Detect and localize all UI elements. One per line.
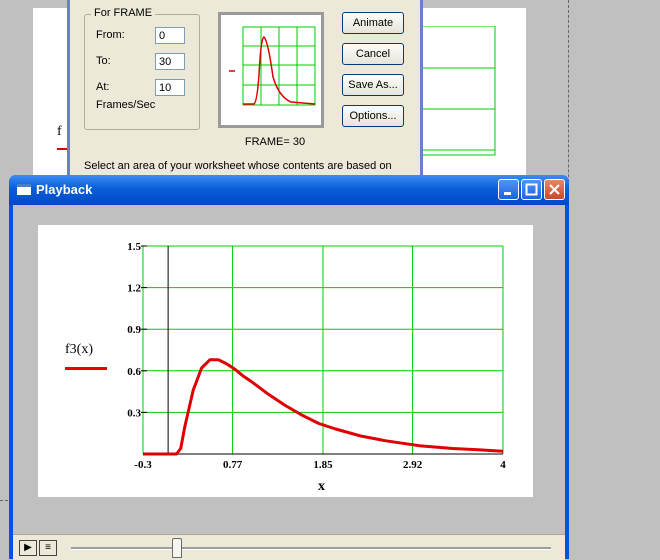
x-axis-label: x [318,479,325,494]
rate-label: Frames/Sec [96,99,156,111]
y-tick-label: 1.5 [127,241,141,253]
at-label: At: [96,81,110,93]
function-plot: 1.5 1.2 0.9 0.6 0.3 -0.3 0.77 1.85 2.92 4 [127,241,506,471]
frame-slider-thumb[interactable] [171,538,182,558]
from-label: From: [96,29,125,41]
playback-title-bar[interactable]: Playback [9,175,569,205]
cancel-button[interactable]: Cancel [342,43,404,65]
playback-controls: ▶ ≡ [13,534,565,560]
playback-window: Playback 1.5 1.2 0.9 0.6 0.3 -0.3 0.77 1.85 2.92… [9,175,569,560]
x-tick-label: -0.3 [134,459,152,471]
y-tick-label: 0.9 [127,324,141,336]
y-tick-label: 1.2 [127,283,141,295]
x-tick-label: 4 [500,459,506,471]
options-button[interactable]: Options... [342,105,404,127]
play-button[interactable]: ▶ [19,540,37,556]
window-title: Playback [36,182,93,197]
to-input[interactable]: 30 [155,53,185,70]
close-icon [549,184,560,195]
x-tick-label: 1.85 [313,459,333,471]
groupbox-title: For FRAME [91,7,156,19]
frame-slider-track[interactable] [71,547,551,550]
animate-dialog: For FRAME From: 0 To: 30 At: 10 Frames/S… [67,0,423,180]
minimize-button[interactable] [498,179,519,200]
function-label: f3(x) [65,342,93,357]
playback-client-area: 1.5 1.2 0.9 0.6 0.3 -0.3 0.77 1.85 2.92 4 f3(x) x… [13,205,565,560]
minimize-icon [504,192,511,195]
maximize-icon [525,183,538,196]
x-tick-label: 0.77 [223,459,243,471]
dialog-description: Select an area of your worksheet whose c… [84,160,392,172]
y-tick-label: 0.3 [127,407,141,419]
rate-input[interactable]: 10 [155,79,185,96]
save-as-button[interactable]: Save As... [342,74,404,96]
x-tick-label: 2.92 [403,459,423,471]
y-tick-label: 0.6 [127,366,141,378]
from-input[interactable]: 0 [155,27,185,44]
background-function-label: f [57,124,62,139]
playback-frame: 1.5 1.2 0.9 0.6 0.3 -0.3 0.77 1.85 2.92 4 f3(x) x [38,225,533,497]
frame-counter: FRAME= 30 [244,136,306,148]
window-icon [17,184,31,195]
playback-menu-button[interactable]: ≡ [39,540,57,556]
close-button[interactable] [544,179,565,200]
preview-thumbnail-plot [229,26,316,106]
to-label: To: [96,55,111,67]
background-plot-grid [420,26,496,156]
animation-preview [218,12,324,128]
function-legend-line [65,367,107,370]
frame-groupbox: For FRAME From: 0 To: 30 At: 10 Frames/S… [84,7,200,130]
maximize-button[interactable] [521,179,542,200]
animate-button[interactable]: Animate [342,12,404,34]
